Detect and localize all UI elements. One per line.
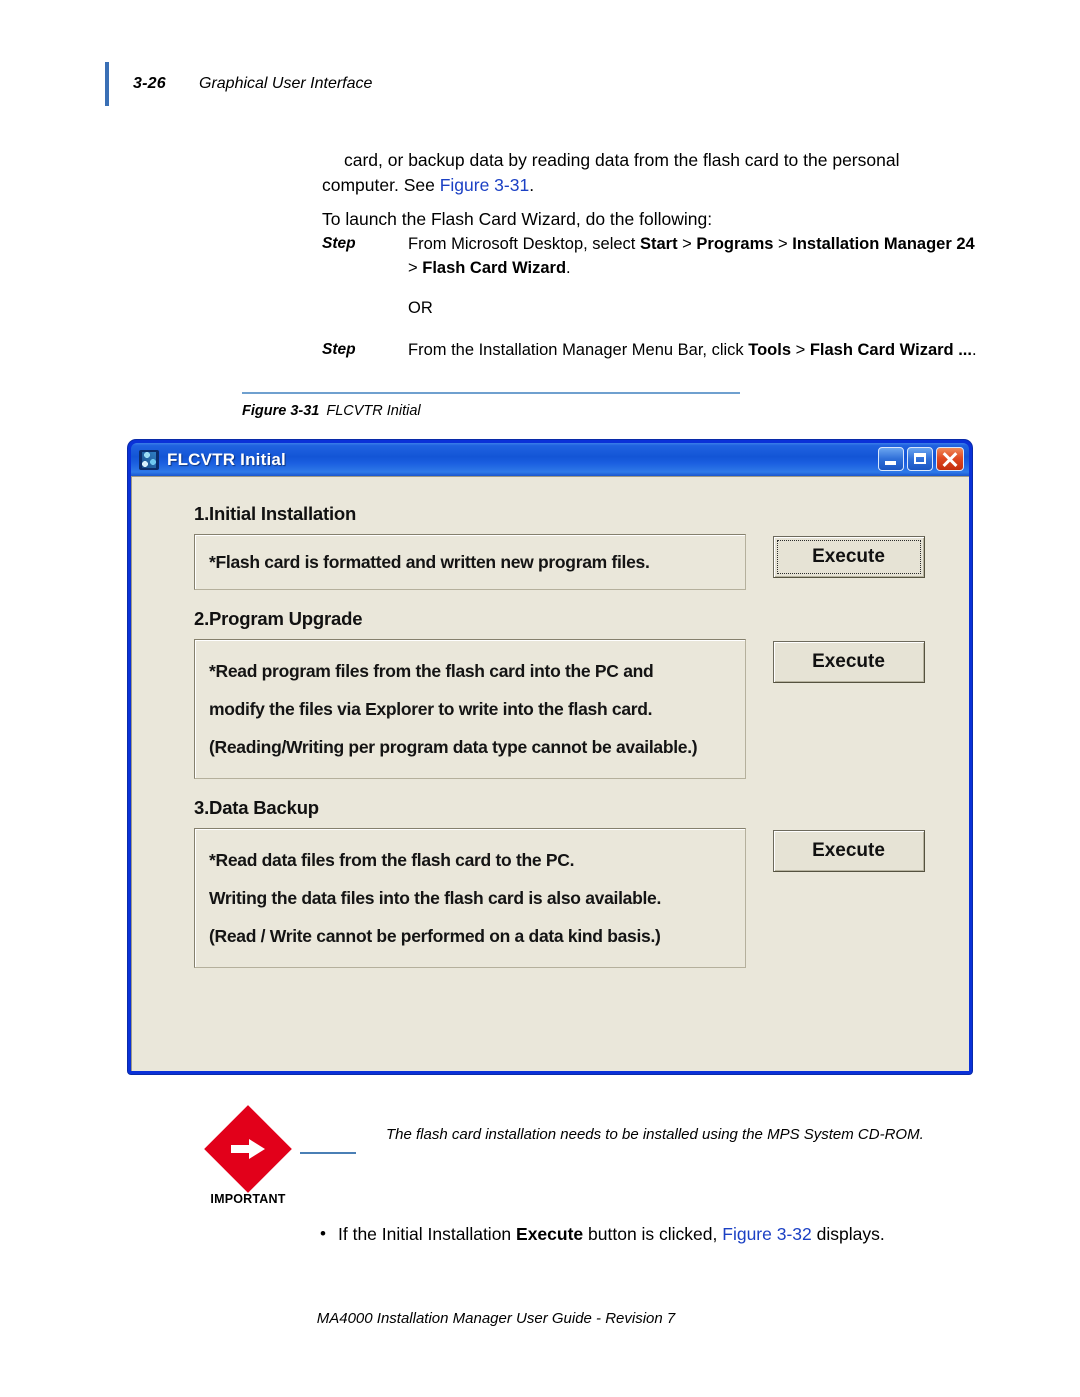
bullet-execute-bold: Execute: [516, 1224, 584, 1244]
step2-sep1: >: [791, 341, 810, 359]
step2-lead: From the Installation Manager Menu Bar, …: [408, 341, 749, 359]
menu-installation-manager-24: Installation Manager 24: [792, 235, 975, 253]
intro-paragraphs: card, or backup data by reading data fro…: [322, 148, 972, 236]
important-callout: IMPORTANT The flash card installation ne…: [196, 1105, 986, 1206]
figure-caption: Figure 3-31 FLCVTR Initial: [242, 403, 740, 419]
section-initial-installation: 1.Initial Installation *Flash card is fo…: [194, 503, 951, 590]
callout-connector-line: [300, 1152, 356, 1154]
window-client-area: 1.Initial Installation *Flash card is fo…: [131, 476, 969, 1071]
section-program-upgrade: 2.Program Upgrade *Read program files fr…: [194, 608, 951, 779]
step1-sep3: >: [408, 259, 423, 277]
paragraph-text-b: .: [529, 175, 535, 195]
menu-flash-card-wizard-item: Flash Card Wizard ...: [809, 341, 972, 359]
menu-flash-card-wizard: Flash Card Wizard: [422, 259, 567, 277]
step-text: From Microsoft Desktop, select Start > P…: [408, 232, 982, 280]
execute-button-program-upgrade[interactable]: Execute: [772, 641, 925, 683]
step1-lead: From Microsoft Desktop, select: [408, 235, 640, 253]
or-separator: OR: [322, 296, 982, 320]
step-label: Step: [322, 235, 356, 252]
page-footer: MA4000 Installation Manager User Guide -…: [316, 1310, 676, 1327]
menu-start: Start: [639, 235, 678, 253]
step1-sep2: >: [773, 235, 793, 253]
execute-button-initial-installation[interactable]: Execute: [772, 536, 925, 578]
menu-tools: Tools: [748, 341, 792, 359]
description-line: (Read / Write cannot be performed on a d…: [209, 926, 661, 946]
figure-divider: [242, 392, 740, 394]
step2-tail: .: [971, 341, 977, 359]
flcvtr-initial-window: FLCVTR Initial 1.Initial Installation *F…: [128, 440, 972, 1074]
step-list: Step From Microsoft Desktop, select Star…: [322, 232, 982, 364]
section-description-panel: *Flash card is formatted and written new…: [194, 534, 746, 590]
execute-button-data-backup[interactable]: Execute: [772, 830, 925, 872]
description-line: Writing the data files into the flash ca…: [209, 888, 662, 908]
bullet-part-2: button is clicked,: [583, 1224, 723, 1244]
step-text: From the Installation Manager Menu Bar, …: [408, 338, 982, 362]
description-line: *Read program files from the flash card …: [209, 661, 654, 681]
header-accent-bar: [105, 62, 109, 106]
application-icon: [139, 449, 159, 470]
paragraph-flash-card: card, or backup data by reading data fro…: [322, 148, 972, 198]
step-label: Step: [322, 341, 356, 358]
close-icon[interactable]: [936, 447, 964, 471]
section-heading: 2.Program Upgrade: [194, 608, 363, 629]
important-text: The flash card installation needs to be …: [386, 1126, 924, 1143]
section-description-panel: *Read program files from the flash card …: [194, 639, 746, 779]
step1-tail: .: [566, 259, 571, 277]
bullet-list: • If the Initial Installation Execute bu…: [320, 1221, 980, 1247]
bullet-marker: •: [320, 1224, 326, 1243]
description-line: modify the files via Explorer to write i…: [209, 699, 653, 719]
step1-sep1: >: [677, 235, 697, 253]
header-section-title: Graphical User Interface: [199, 75, 373, 92]
step-item-2: Step From the Installation Manager Menu …: [322, 338, 982, 362]
paragraph-text-a: card, or backup data by reading data fro…: [322, 150, 900, 195]
step-item-1: Step From Microsoft Desktop, select Star…: [322, 232, 982, 280]
section-data-backup: 3.Data Backup *Read data files from the …: [194, 797, 951, 968]
figure-3-31-link[interactable]: Figure 3-31: [440, 175, 530, 195]
section-heading: 3.Data Backup: [194, 797, 319, 818]
right-arrow-icon: [231, 1139, 265, 1159]
bullet-part-1: If the Initial Installation: [338, 1224, 517, 1244]
figure-3-32-link[interactable]: Figure 3-32: [722, 1224, 812, 1244]
minimize-icon[interactable]: [878, 447, 904, 471]
list-item: • If the Initial Installation Execute bu…: [320, 1221, 980, 1247]
window-titlebar[interactable]: FLCVTR Initial: [131, 443, 969, 476]
section-description-panel: *Read data files from the flash card to …: [194, 828, 746, 968]
description-line: *Flash card is formatted and written new…: [209, 552, 650, 572]
section-heading: 1.Initial Installation: [194, 503, 357, 524]
dialog-body: 1.Initial Installation *Flash card is fo…: [132, 503, 969, 968]
important-marker: IMPORTANT: [196, 1105, 300, 1206]
description-line: *Read data files from the flash card to …: [209, 850, 575, 870]
figure-number: Figure 3-31: [242, 403, 320, 419]
or-text: OR: [408, 299, 433, 317]
bullet-text: If the Initial Installation Execute butt…: [338, 1221, 885, 1247]
important-diamond-icon: [204, 1105, 292, 1193]
window-controls: [878, 447, 964, 471]
bullet-part-3: displays.: [811, 1224, 885, 1244]
page-number: 3-26: [133, 75, 166, 92]
paragraph-launch-wizard: To launch the Flash Card Wizard, do the …: [322, 209, 713, 229]
figure-title: FLCVTR Initial: [326, 403, 421, 419]
page-header: 3-26 Graphical User Interface: [105, 62, 372, 106]
important-label: IMPORTANT: [210, 1192, 286, 1206]
figure-caption-block: Figure 3-31 FLCVTR Initial: [242, 392, 740, 419]
maximize-icon[interactable]: [907, 447, 933, 471]
menu-programs: Programs: [696, 235, 774, 253]
window-title: FLCVTR Initial: [167, 449, 286, 469]
description-line: (Reading/Writing per program data type c…: [209, 737, 698, 757]
